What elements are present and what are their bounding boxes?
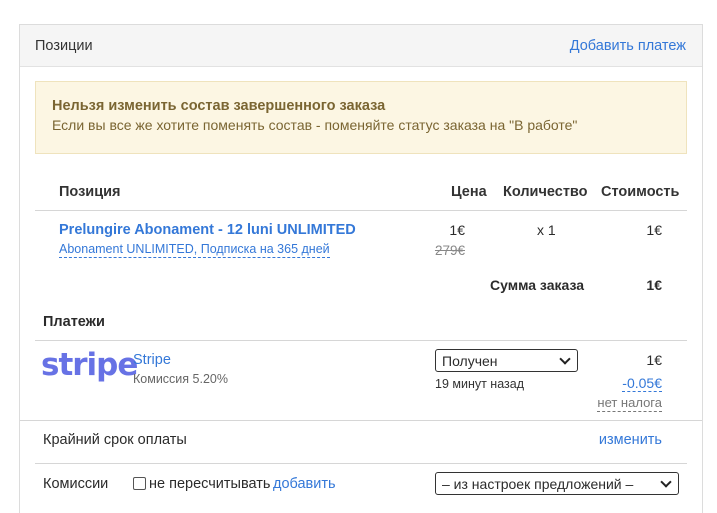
add-payment-link[interactable]: Добавить платеж — [570, 38, 686, 54]
chevron-down-icon — [559, 352, 571, 365]
fees-source-value: – из настроек предложений – — [442, 475, 634, 492]
payment-time: 19 минут назад — [435, 377, 524, 391]
fees-label: Комиссии — [43, 476, 109, 492]
payment-status-value: Получен — [442, 352, 498, 369]
deadline-divider — [35, 463, 687, 464]
payment-fee-percent: Комиссия 5.20% — [133, 372, 228, 386]
no-recalculate-label[interactable]: не пересчитывать — [149, 476, 270, 492]
payment-method-link[interactable]: Stripe — [133, 352, 171, 368]
order-item-name-link[interactable]: Prelungire Abonament - 12 luni UNLIMITED — [59, 222, 356, 238]
add-fee-link[interactable]: добавить — [273, 476, 336, 492]
column-header-item: Позиция — [59, 184, 121, 200]
order-item-cost: 1€ — [646, 222, 662, 238]
panel-title: Позиции — [35, 37, 93, 54]
payment-deadline-label: Крайний срок оплаты — [43, 432, 187, 448]
column-header-cost: Стоимость — [601, 184, 680, 200]
change-deadline-link[interactable]: изменить — [599, 432, 662, 448]
warning-title: Нельзя изменить состав завершенного зака… — [52, 98, 386, 114]
panel-header: Позиции Добавить платеж — [20, 25, 702, 67]
locked-order-warning: Нельзя изменить состав завершенного зака… — [35, 81, 687, 154]
column-header-quantity: Количество — [503, 184, 588, 200]
order-item-subtitle-link[interactable]: Abonament UNLIMITED, Подписка на 365 дне… — [59, 241, 330, 258]
table-header-divider — [35, 210, 687, 211]
order-item-old-price: 279€ — [434, 243, 465, 258]
payment-row-divider — [20, 420, 702, 421]
warning-text: Если вы все же хотите поменять состав - … — [52, 117, 578, 133]
chevron-down-icon — [660, 475, 672, 488]
order-sum-value: 1€ — [646, 277, 662, 293]
no-recalculate-checkbox[interactable] — [133, 477, 146, 490]
column-header-price: Цена — [451, 184, 487, 200]
order-items-panel: Позиции Добавить платеж Нельзя изменить … — [19, 24, 703, 513]
order-sum-label: Сумма заказа — [490, 277, 585, 293]
order-item-price: 1€ — [449, 222, 465, 238]
fees-source-select[interactable]: – из настроек предложений – — [435, 472, 679, 495]
payment-fee-amount-link[interactable]: -0.05€ — [622, 375, 662, 392]
order-item-quantity: x 1 — [537, 222, 556, 238]
stripe-logo: stripe — [41, 347, 138, 383]
payment-amount: 1€ — [646, 352, 662, 368]
payment-status-select[interactable]: Получен — [435, 349, 578, 372]
payments-title: Платежи — [43, 314, 105, 330]
payments-divider — [35, 340, 687, 341]
payment-tax-link[interactable]: нет налога — [597, 395, 662, 412]
